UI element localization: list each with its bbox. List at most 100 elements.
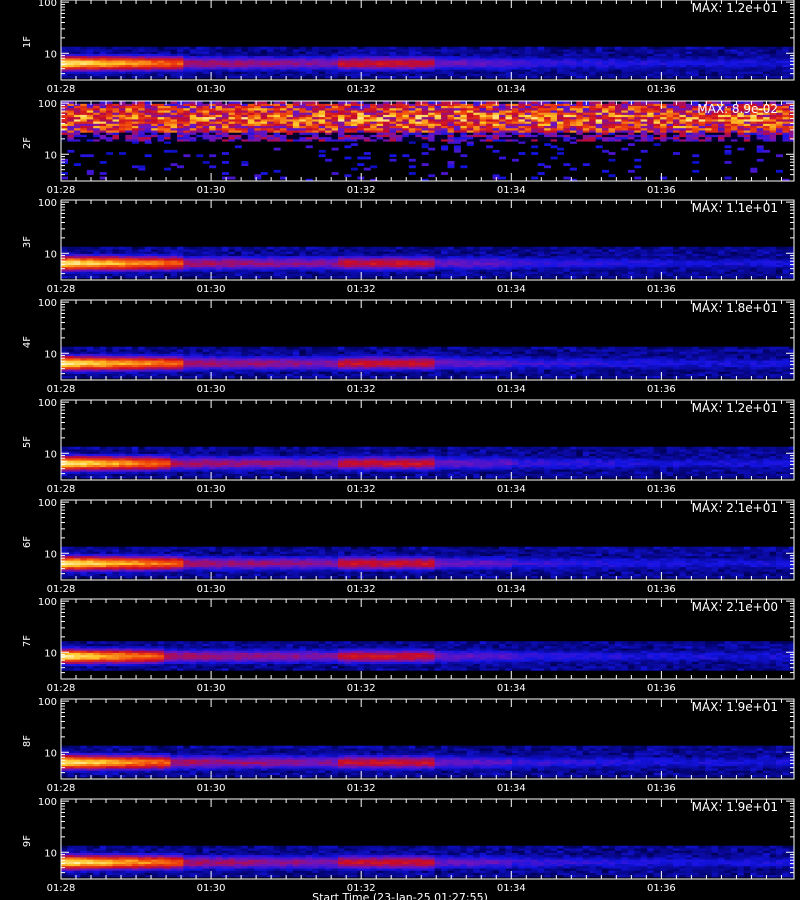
heatmap-cell — [202, 161, 210, 164]
heatmap-cell — [170, 246, 178, 250]
y-tick-label: 100 — [38, 99, 57, 110]
heatmap-cell — [795, 71, 800, 74]
heatmap-cell — [396, 46, 403, 50]
heatmap-cell — [177, 246, 184, 250]
heatmap-cell — [531, 152, 539, 155]
heatmap-cell — [795, 134, 800, 137]
heatmap-cell — [750, 46, 758, 50]
heatmap-cell — [492, 149, 500, 153]
heatmap-cell — [106, 46, 114, 50]
heatmap-cell — [260, 46, 268, 50]
heatmap-cell — [228, 176, 236, 180]
heatmap-cell — [383, 46, 391, 50]
heatmap-cell — [363, 46, 371, 50]
heatmap-cell — [73, 163, 81, 166]
heatmap-cell — [273, 246, 281, 250]
heatmap-cell — [634, 165, 642, 169]
heatmap-cell — [776, 169, 783, 173]
heatmap-cell — [608, 174, 616, 178]
heatmap-cell — [338, 246, 345, 250]
y-tick-label: 100 — [38, 0, 57, 9]
heatmap-cell — [518, 46, 526, 50]
heatmap-cell — [119, 246, 126, 250]
heatmap-cell — [357, 246, 365, 250]
heatmap-cell — [254, 46, 262, 50]
heatmap-cell — [73, 46, 81, 50]
heatmap-cell — [215, 46, 223, 50]
heatmap-cell — [698, 46, 706, 50]
heatmap-cell — [86, 154, 94, 158]
heatmap-cell — [557, 152, 564, 155]
heatmap-cell — [544, 46, 552, 50]
heatmap-cell — [80, 246, 88, 250]
heatmap-cell — [119, 152, 126, 155]
heatmap-cell — [350, 167, 358, 171]
heatmap-cell — [344, 145, 352, 149]
heatmap-cell — [254, 174, 262, 178]
heatmap-cell — [621, 46, 629, 50]
heatmap-cell — [531, 46, 539, 50]
heatmap-cell — [595, 46, 603, 50]
heatmap-cell — [241, 46, 249, 50]
heatmap-cell — [769, 46, 777, 50]
heatmap-cell — [428, 147, 436, 151]
heatmap-cell — [589, 46, 597, 50]
heatmap-cell — [795, 110, 800, 113]
heatmap-cell — [325, 158, 333, 162]
heatmap-cell — [582, 46, 590, 50]
heatmap-cell — [318, 246, 326, 250]
heatmap-cell — [795, 148, 800, 151]
heatmap-cell — [177, 46, 184, 50]
heatmap-cell — [776, 46, 783, 50]
heatmap-cell — [795, 128, 800, 131]
heatmap-cell — [602, 149, 610, 153]
heatmap-cell — [331, 172, 339, 175]
heatmap-cell — [569, 167, 577, 171]
heatmap-cell — [505, 46, 513, 50]
heatmap-cell — [608, 158, 616, 162]
heatmap-cell — [363, 246, 371, 250]
heatmap-cell — [724, 149, 732, 153]
heatmap-cell — [421, 163, 429, 166]
heatmap-cell — [486, 145, 494, 149]
heatmap-cell — [492, 174, 500, 178]
heatmap-cell — [466, 46, 474, 50]
heatmap-cell — [112, 46, 120, 50]
heatmap-cell — [653, 46, 661, 50]
heatmap-cell — [151, 246, 159, 250]
heatmap-cell — [241, 161, 249, 164]
heatmap-cell — [788, 46, 794, 50]
heatmap-cell — [492, 46, 500, 50]
heatmap-cell — [209, 46, 217, 50]
heatmap-cell — [170, 46, 178, 50]
heatmap-cell — [408, 172, 416, 175]
heatmap-cell — [331, 147, 339, 151]
heatmap-cell — [460, 165, 468, 169]
heatmap-cell — [99, 161, 107, 164]
heatmap-cell — [550, 145, 558, 149]
heatmap-cell — [363, 152, 371, 155]
heatmap-cell — [267, 46, 275, 50]
heatmap-cell — [170, 163, 178, 166]
heatmap-cell — [453, 46, 461, 50]
heatmap-cell — [299, 46, 307, 50]
heatmap-cell — [795, 58, 800, 61]
heatmap-cell — [131, 46, 139, 50]
heatmap-cell — [421, 46, 429, 50]
heatmap-cell — [795, 47, 800, 50]
y-axis-label: 1F — [22, 36, 33, 48]
heatmap-cell — [402, 154, 410, 158]
heatmap-cell — [750, 167, 758, 171]
heatmap-cell — [370, 246, 378, 250]
heatmap-cell — [331, 46, 339, 50]
heatmap-cell — [189, 46, 197, 50]
heatmap-cell — [183, 154, 191, 158]
heatmap-cell — [80, 46, 88, 50]
heatmap-cell — [228, 46, 236, 50]
heatmap-cell — [460, 46, 468, 50]
heatmap-cell — [795, 60, 800, 63]
heatmap-cell — [763, 149, 771, 153]
heatmap-cell — [537, 46, 545, 50]
heatmap-cell — [460, 154, 468, 158]
heatmap-cell — [144, 46, 152, 50]
